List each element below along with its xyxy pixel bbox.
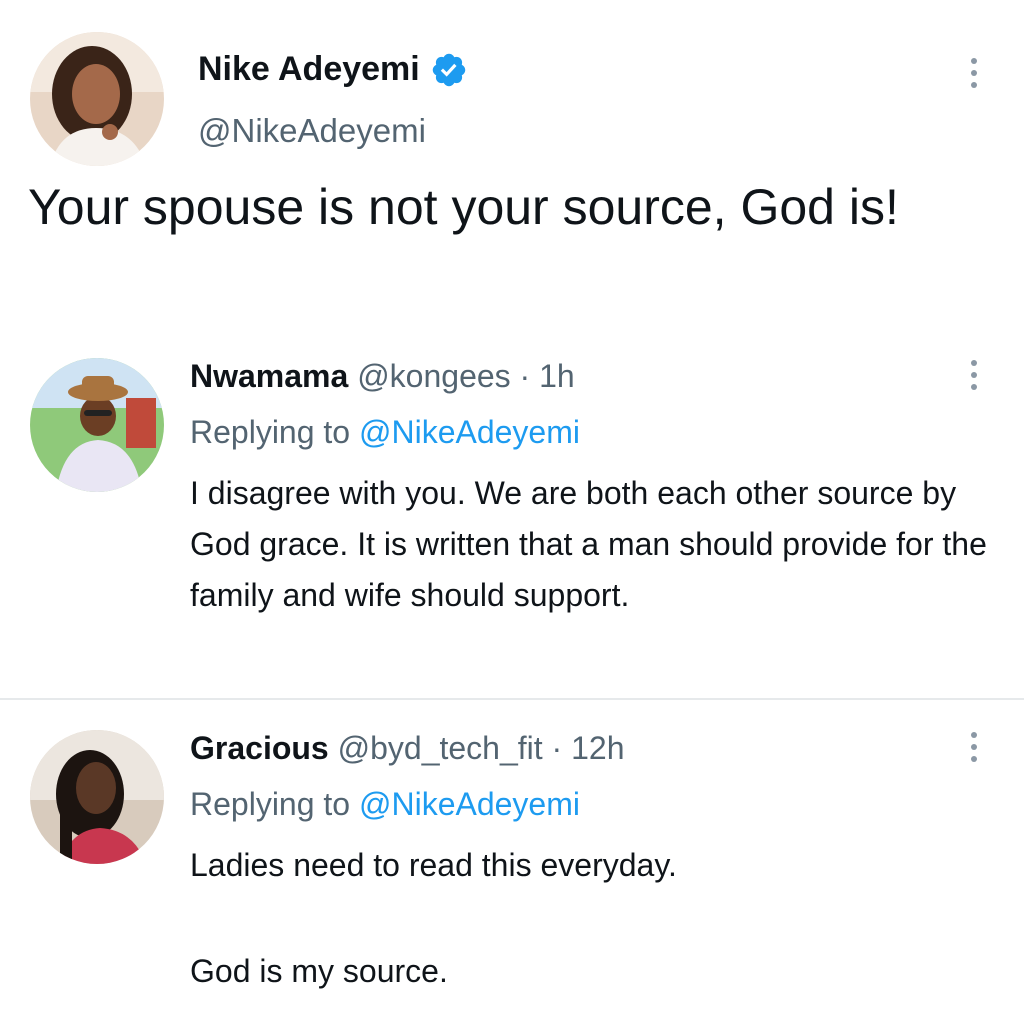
replying-to-line: Replying to @NikeAdeyemi [190, 786, 580, 823]
replying-to-mention[interactable]: @NikeAdeyemi [359, 414, 580, 450]
more-options-icon[interactable] [967, 58, 981, 88]
replying-to-label: Replying to [190, 786, 351, 822]
author-handle[interactable]: @NikeAdeyemi [198, 112, 426, 150]
reply-divider [0, 698, 1024, 700]
replying-to-mention[interactable]: @NikeAdeyemi [359, 786, 580, 822]
reply-author-handle[interactable]: @byd_tech_fit [338, 730, 543, 766]
tweet-text: Your spouse is not your source, God is! [28, 179, 899, 235]
reply-avatar[interactable] [30, 730, 164, 864]
author-name-row: Nike Adeyemi [198, 50, 468, 89]
reply-text: I disagree with you. We are both each ot… [190, 475, 987, 613]
reply-author-name[interactable]: Gracious [190, 730, 329, 766]
verified-badge-icon [430, 51, 468, 89]
separator-dot: · [551, 730, 563, 766]
replying-to-line: Replying to @NikeAdeyemi [190, 414, 580, 451]
reply-author-handle[interactable]: @kongees [357, 358, 510, 394]
reply-time[interactable]: 1h [539, 358, 575, 394]
more-options-icon[interactable] [967, 360, 981, 390]
reply-avatar[interactable] [30, 358, 164, 492]
reply-header: Nwamama @kongees · 1h [190, 358, 575, 395]
author-name[interactable]: Nike Adeyemi [198, 50, 420, 89]
reply-time[interactable]: 12h [571, 730, 624, 766]
reply-text-line-1: Ladies need to read this everyday. [190, 847, 677, 883]
reply-author-name[interactable]: Nwamama [190, 358, 348, 394]
separator-dot: · [519, 358, 531, 394]
more-options-icon[interactable] [967, 732, 981, 762]
reply-header: Gracious @byd_tech_fit · 12h [190, 730, 624, 767]
author-avatar[interactable] [30, 32, 164, 166]
replying-to-label: Replying to [190, 414, 351, 450]
reply-text-line-2: God is my source. [190, 953, 448, 989]
